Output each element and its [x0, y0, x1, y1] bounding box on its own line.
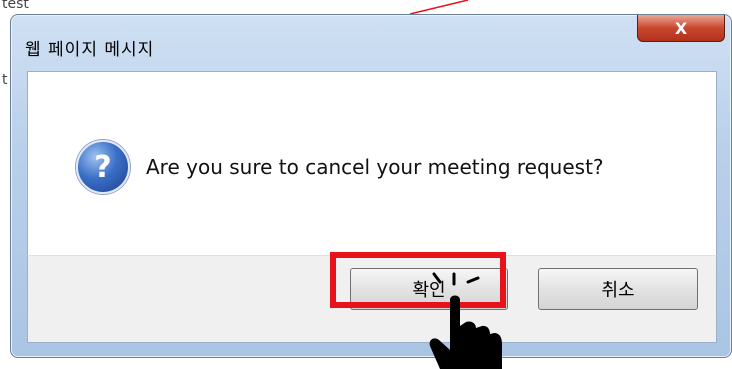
hand-pointer-icon: [429, 272, 502, 369]
close-button[interactable]: X: [637, 15, 725, 42]
message-dialog: 웹 페이지 메시지 X ? Are you sure to cancel you…: [10, 14, 732, 358]
cancel-button-label: 취소: [601, 280, 635, 301]
dialog-footer: 확인 취소: [27, 255, 717, 343]
dialog-title: 웹 페이지 메시지: [25, 40, 155, 60]
cancel-button[interactable]: 취소: [538, 268, 698, 310]
dialog-message: Are you sure to cancel your meeting requ…: [146, 155, 604, 179]
background-text-fragment: t: [2, 72, 8, 88]
question-glyph: ?: [94, 149, 112, 185]
dialog-content: ? Are you sure to cancel your meeting re…: [27, 71, 717, 273]
question-icon: ?: [76, 140, 130, 194]
close-icon: X: [674, 18, 688, 38]
